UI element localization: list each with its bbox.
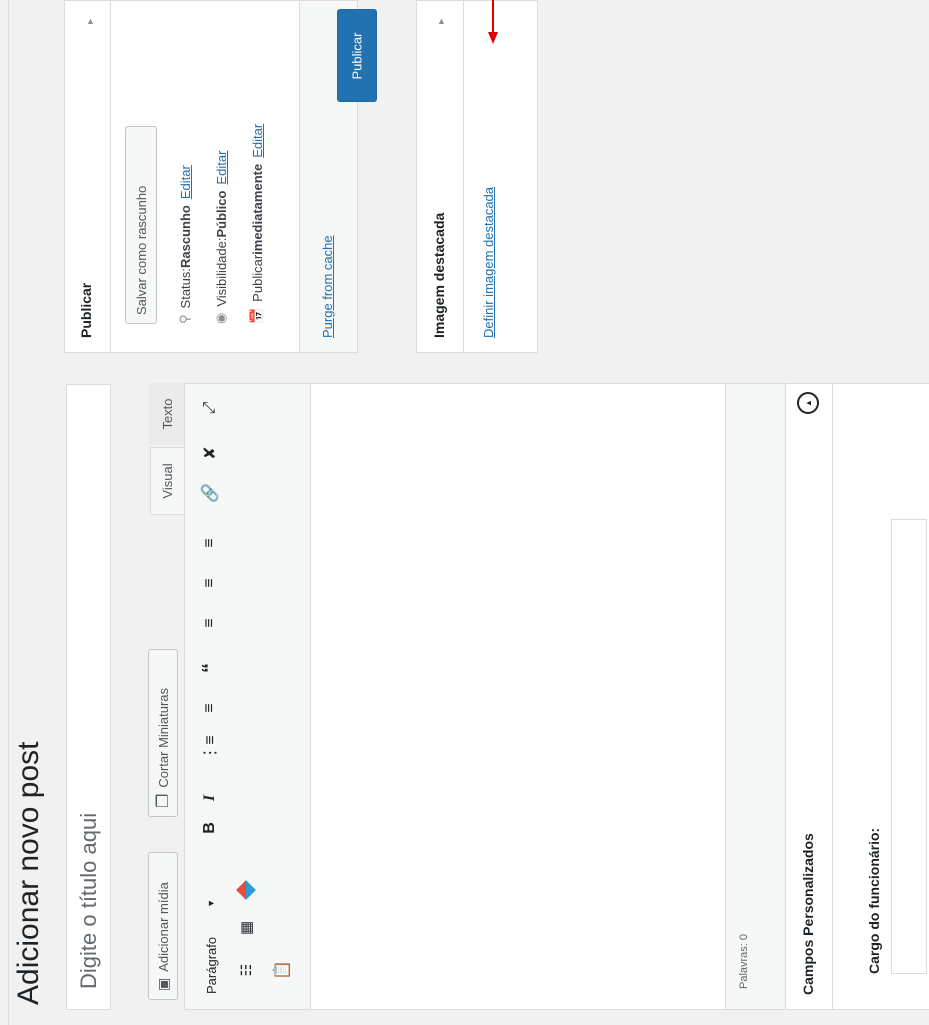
editor-toolbar: Parágrafo ▼ B I ⋮≡ ≡ “ ≡ ≡ ≡ 🔗 ✘ ⤢ ☷ ▦ 📋 bbox=[185, 384, 311, 1009]
post-title-placeholder: Digite o título aqui bbox=[76, 812, 101, 989]
align-left-button[interactable]: ≡ bbox=[199, 612, 221, 634]
colorful-plugin-button[interactable] bbox=[235, 879, 257, 901]
visibility-value: Público bbox=[213, 190, 229, 238]
custom-field-input[interactable] bbox=[891, 519, 927, 974]
add-media-button[interactable]: ▣ Adicionar mídia bbox=[148, 852, 178, 1000]
toolbar-toggle-icon: ☷ bbox=[237, 963, 254, 977]
toolbar-toggle-button[interactable]: ☷ bbox=[235, 959, 257, 981]
featured-image-heading: Imagem destacada bbox=[431, 212, 447, 338]
crop-icon: ❐ bbox=[155, 793, 172, 808]
collapse-arrow-icon: ▲ bbox=[86, 16, 95, 26]
page-title: Adicionar novo post bbox=[12, 741, 45, 1006]
collapse-toggle-icon: ▲ bbox=[803, 399, 813, 407]
visibility-edit-link[interactable]: Editar bbox=[214, 151, 229, 185]
chevron-down-icon: ▼ bbox=[206, 899, 216, 908]
link-button[interactable]: 🔗 bbox=[199, 482, 221, 504]
numbered-list-button[interactable]: ≡ bbox=[199, 697, 221, 719]
align-center-icon: ≡ bbox=[201, 578, 218, 588]
bold-icon: B bbox=[201, 822, 218, 834]
save-draft-label: Salvar como rascunho bbox=[133, 185, 149, 315]
custom-fields-heading: Campos Personalizados bbox=[800, 833, 816, 995]
paste-icon: 📋 bbox=[274, 960, 291, 980]
tab-text[interactable]: Texto bbox=[150, 383, 184, 445]
featured-toggle-arrow[interactable]: ▲ bbox=[437, 16, 449, 28]
table-button[interactable]: ▦ bbox=[235, 917, 257, 939]
paste-button[interactable]: 📋 bbox=[271, 959, 293, 981]
publish-box: Publicar Salvar como rascunho ⚲ Status: … bbox=[64, 0, 300, 353]
schedule-value: imediatamente bbox=[249, 163, 265, 255]
custom-fields-box: Campos Personalizados ▲ Cargo do funcion… bbox=[785, 383, 929, 1010]
arrow-up-icon bbox=[487, 0, 499, 46]
italic-icon: I bbox=[201, 794, 218, 802]
fullscreen-icon: ⤢ bbox=[201, 401, 218, 415]
add-media-label: Adicionar mídia bbox=[155, 882, 171, 972]
calendar-icon: 📅 bbox=[249, 307, 264, 324]
colorful-plugin-icon bbox=[236, 880, 256, 900]
tab-visual[interactable]: Visual bbox=[150, 447, 184, 515]
editor-content-area[interactable] bbox=[311, 384, 721, 1009]
italic-button[interactable]: I bbox=[199, 787, 221, 809]
set-featured-image-link[interactable]: Definir imagem destacada bbox=[481, 187, 496, 338]
publish-toggle-arrow[interactable]: ▲ bbox=[86, 16, 98, 28]
eye-icon: ◉ bbox=[213, 312, 228, 324]
align-right-icon: ≡ bbox=[201, 538, 218, 548]
editor-container: Parágrafo ▼ B I ⋮≡ ≡ “ ≡ ≡ ≡ 🔗 ✘ ⤢ ☷ ▦ 📋… bbox=[184, 383, 784, 1010]
editor-status-bar: Palavras: 0 bbox=[725, 384, 784, 1009]
blockquote-button[interactable]: “ bbox=[199, 657, 221, 679]
purge-cache-link[interactable]: Purge from cache bbox=[320, 235, 335, 338]
bullet-list-button[interactable]: ⋮≡ bbox=[199, 735, 221, 761]
tab-text-label: Texto bbox=[159, 398, 175, 430]
publish-box-heading: Publicar bbox=[78, 282, 94, 338]
featured-image-box: Imagem destacada Definir imagem destacad… bbox=[416, 0, 538, 353]
schedule-row: 📅 Publicar imediatamente Editar bbox=[249, 124, 265, 324]
unlink-button[interactable]: ✘ bbox=[199, 442, 221, 464]
status-row: ⚲ Status: Rascunho Editar bbox=[177, 165, 193, 324]
publish-button[interactable]: Publicar bbox=[337, 9, 377, 102]
media-icon: ▣ bbox=[154, 977, 171, 991]
align-left-icon: ≡ bbox=[201, 618, 218, 628]
word-count: Palavras: 0 bbox=[738, 933, 750, 989]
format-select-value: Parágrafo bbox=[203, 936, 219, 994]
bold-button[interactable]: B bbox=[199, 817, 221, 839]
save-draft-button[interactable]: Salvar como rascunho bbox=[125, 126, 157, 324]
custom-fields-header: Campos Personalizados ▲ bbox=[786, 384, 833, 1009]
blockquote-icon: “ bbox=[198, 663, 221, 673]
publish-button-label: Publicar bbox=[349, 32, 365, 79]
schedule-edit-link[interactable]: Editar bbox=[250, 124, 265, 158]
unlink-icon: ✘ bbox=[202, 446, 219, 460]
post-title-input[interactable]: Digite o título aqui bbox=[66, 384, 111, 1010]
visibility-label: Visibilidade: bbox=[213, 237, 229, 307]
bullet-list-icon: ⋮≡ bbox=[202, 735, 219, 761]
tab-visual-label: Visual bbox=[160, 463, 175, 499]
custom-field-label: Cargo do funcionário: bbox=[866, 827, 882, 974]
key-icon: ⚲ bbox=[177, 314, 192, 324]
table-icon: ▦ bbox=[238, 920, 255, 936]
featured-image-header: Imagem destacada bbox=[417, 1, 464, 352]
status-value: Rascunho bbox=[177, 205, 193, 268]
schedule-label: Publicar bbox=[249, 254, 265, 302]
collapse-toggle-button[interactable]: ▲ bbox=[797, 392, 819, 414]
visibility-row: ◉ Visibilidade: Público Editar bbox=[213, 151, 229, 324]
status-label: Status: bbox=[177, 268, 193, 309]
status-edit-link[interactable]: Editar bbox=[178, 165, 193, 199]
numbered-list-icon: ≡ bbox=[201, 703, 218, 713]
format-select[interactable]: Parágrafo ▼ bbox=[197, 899, 225, 994]
align-right-button[interactable]: ≡ bbox=[199, 532, 221, 554]
rotated-screen: Adicionar novo post Digite o título aqui… bbox=[0, 0, 929, 1025]
crop-thumbnails-label: Cortar Miniaturas bbox=[155, 687, 171, 788]
link-icon: 🔗 bbox=[202, 483, 219, 503]
crop-thumbnails-button[interactable]: ❐ Cortar Miniaturas bbox=[148, 649, 178, 817]
collapse-arrow-icon-2: ▲ bbox=[437, 16, 446, 26]
admin-edge bbox=[0, 0, 9, 1025]
publish-box-header: Publicar bbox=[65, 1, 111, 352]
fullscreen-button[interactable]: ⤢ bbox=[199, 397, 221, 419]
align-center-button[interactable]: ≡ bbox=[199, 572, 221, 594]
